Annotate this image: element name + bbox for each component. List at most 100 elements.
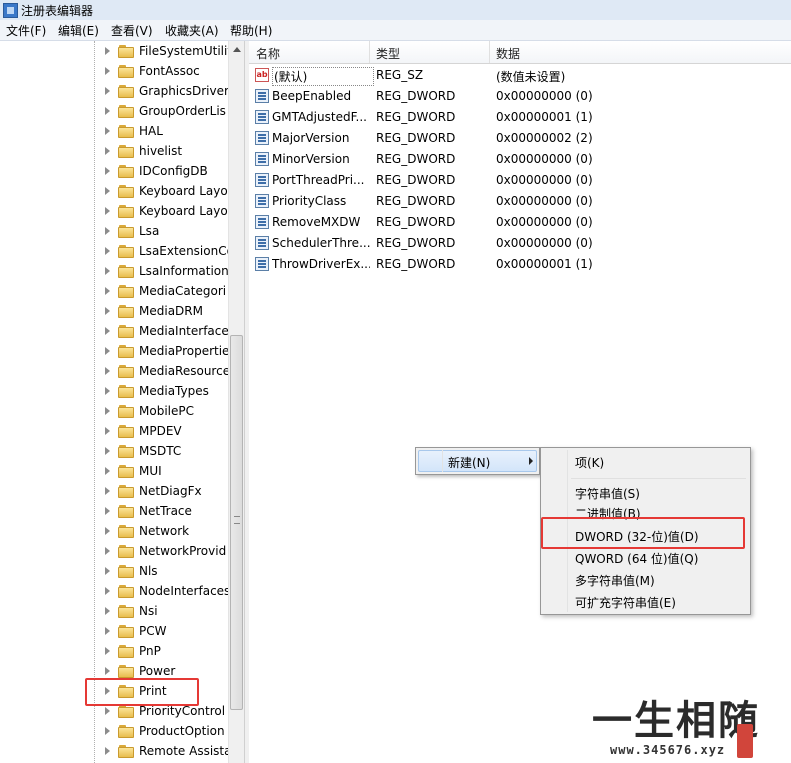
expand-arrow-icon[interactable] <box>105 347 110 355</box>
submenu-item-key[interactable]: 项(K) <box>575 454 604 471</box>
menu-help[interactable]: 帮助(H) <box>230 22 272 39</box>
expand-arrow-icon[interactable] <box>105 387 110 395</box>
value-row[interactable]: MajorVersion REG_DWORD 0x00000002 (2) <box>249 128 791 149</box>
expand-arrow-icon[interactable] <box>105 527 110 535</box>
tree-item[interactable]: NodeInterfaces <box>104 582 228 602</box>
tree-item[interactable]: LsaExtensionCo <box>104 242 228 262</box>
expand-arrow-icon[interactable] <box>105 607 110 615</box>
tree-item[interactable]: NetTrace <box>104 502 228 522</box>
expand-arrow-icon[interactable] <box>105 107 110 115</box>
tree-item[interactable]: FontAssoc <box>104 62 228 82</box>
tree-item[interactable]: NetDiagFx <box>104 482 228 502</box>
tree-item[interactable]: MediaInterface <box>104 322 228 342</box>
expand-arrow-icon[interactable] <box>105 667 110 675</box>
tree-item[interactable]: LsaInformation <box>104 262 228 282</box>
tree-item[interactable]: Keyboard Layo <box>104 182 228 202</box>
menu-view[interactable]: 查看(V) <box>111 22 153 39</box>
expand-arrow-icon[interactable] <box>105 587 110 595</box>
expand-arrow-icon[interactable] <box>105 247 110 255</box>
value-row[interactable]: PriorityClass REG_DWORD 0x00000000 (0) <box>249 191 791 212</box>
expand-arrow-icon[interactable] <box>105 267 110 275</box>
tree-item[interactable]: MSDTC <box>104 442 228 462</box>
tree-item[interactable]: Network <box>104 522 228 542</box>
tree-item-label: hivelist <box>139 144 183 158</box>
menu-item-new-label[interactable]: 新建(N) <box>448 454 490 471</box>
column-data-header[interactable]: 数据 <box>496 45 520 62</box>
value-row[interactable]: PortThreadPri... REG_DWORD 0x00000000 (0) <box>249 170 791 191</box>
tree-item[interactable]: MPDEV <box>104 422 228 442</box>
scroll-up-icon[interactable] <box>233 47 241 52</box>
expand-arrow-icon[interactable] <box>105 87 110 95</box>
tree-item[interactable]: MediaCategori <box>104 282 228 302</box>
column-name-header[interactable]: 名称 <box>256 45 280 62</box>
expand-arrow-icon[interactable] <box>105 507 110 515</box>
tree-item[interactable]: MediaTypes <box>104 382 228 402</box>
expand-arrow-icon[interactable] <box>105 627 110 635</box>
expand-arrow-icon[interactable] <box>105 327 110 335</box>
submenu-item-qword-value[interactable]: QWORD (64 位)值(Q) <box>575 550 698 567</box>
value-row[interactable]: RemoveMXDW REG_DWORD 0x00000000 (0) <box>249 212 791 233</box>
tree-item[interactable]: Lsa <box>104 222 228 242</box>
expand-arrow-icon[interactable] <box>105 167 110 175</box>
expand-arrow-icon[interactable] <box>105 567 110 575</box>
scrollbar-thumb[interactable] <box>230 335 243 710</box>
expand-arrow-icon[interactable] <box>105 207 110 215</box>
expand-arrow-icon[interactable] <box>105 647 110 655</box>
tree-item[interactable]: ProductOption <box>104 722 228 742</box>
expand-arrow-icon[interactable] <box>105 447 110 455</box>
tree-item[interactable]: Nsi <box>104 602 228 622</box>
expand-arrow-icon[interactable] <box>105 367 110 375</box>
value-row[interactable]: GMTAdjustedF... REG_DWORD 0x00000001 (1) <box>249 107 791 128</box>
value-row[interactable]: ab (默认) REG_SZ (数值未设置) <box>249 65 791 86</box>
tree-item[interactable]: PnP <box>104 642 228 662</box>
tree-item[interactable]: MobilePC <box>104 402 228 422</box>
expand-arrow-icon[interactable] <box>105 707 110 715</box>
tree-item[interactable]: PCW <box>104 622 228 642</box>
tree-item[interactable]: HAL <box>104 122 228 142</box>
tree-item[interactable]: Nls <box>104 562 228 582</box>
tree-item[interactable]: Remote Assista <box>104 742 228 762</box>
tree-item[interactable]: GroupOrderLis <box>104 102 228 122</box>
expand-arrow-icon[interactable] <box>105 47 110 55</box>
tree-item[interactable]: NetworkProvid <box>104 542 228 562</box>
expand-arrow-icon[interactable] <box>105 127 110 135</box>
expand-arrow-icon[interactable] <box>105 407 110 415</box>
submenu-item-multi-string-value[interactable]: 多字符串值(M) <box>575 572 655 589</box>
expand-arrow-icon[interactable] <box>105 287 110 295</box>
column-divider[interactable] <box>369 41 370 63</box>
tree-item[interactable]: GraphicsDriver <box>104 82 228 102</box>
submenu-item-string-value[interactable]: 字符串值(S) <box>575 485 640 502</box>
column-divider[interactable] <box>489 41 490 63</box>
tree-item[interactable]: MediaResource <box>104 362 228 382</box>
tree-scrollbar[interactable] <box>228 41 245 763</box>
tree-item[interactable]: FileSystemUtilit <box>104 42 228 62</box>
tree-item[interactable]: IDConfigDB <box>104 162 228 182</box>
menu-file[interactable]: 文件(F) <box>6 22 46 39</box>
column-type-header[interactable]: 类型 <box>376 45 400 62</box>
menu-edit[interactable]: 编辑(E) <box>58 22 99 39</box>
expand-arrow-icon[interactable] <box>105 147 110 155</box>
tree-item[interactable]: MediaPropertie <box>104 342 228 362</box>
value-name: PortThreadPri... <box>272 173 365 187</box>
expand-arrow-icon[interactable] <box>105 747 110 755</box>
value-row[interactable]: ThrowDriverEx... REG_DWORD 0x00000001 (1) <box>249 254 791 275</box>
expand-arrow-icon[interactable] <box>105 67 110 75</box>
value-data: 0x00000002 (2) <box>496 131 593 145</box>
expand-arrow-icon[interactable] <box>105 467 110 475</box>
submenu-item-expandable-string-value[interactable]: 可扩充字符串值(E) <box>575 594 676 611</box>
tree-item[interactable]: hivelist <box>104 142 228 162</box>
expand-arrow-icon[interactable] <box>105 227 110 235</box>
expand-arrow-icon[interactable] <box>105 187 110 195</box>
expand-arrow-icon[interactable] <box>105 727 110 735</box>
value-row[interactable]: SchedulerThre... REG_DWORD 0x00000000 (0) <box>249 233 791 254</box>
expand-arrow-icon[interactable] <box>105 307 110 315</box>
expand-arrow-icon[interactable] <box>105 547 110 555</box>
expand-arrow-icon[interactable] <box>105 427 110 435</box>
value-row[interactable]: MinorVersion REG_DWORD 0x00000000 (0) <box>249 149 791 170</box>
menu-favorites[interactable]: 收藏夹(A) <box>165 22 219 39</box>
value-row[interactable]: BeepEnabled REG_DWORD 0x00000000 (0) <box>249 86 791 107</box>
expand-arrow-icon[interactable] <box>105 487 110 495</box>
tree-item[interactable]: Keyboard Layo <box>104 202 228 222</box>
tree-item[interactable]: MUI <box>104 462 228 482</box>
tree-item[interactable]: MediaDRM <box>104 302 228 322</box>
